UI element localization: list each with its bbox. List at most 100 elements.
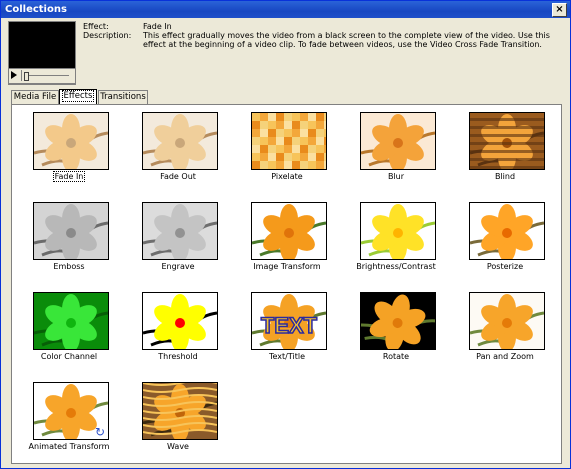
- effect-label-text: Blind: [494, 172, 516, 181]
- tab-label: Transitions: [100, 92, 146, 102]
- title-bar: Collections ×: [1, 1, 570, 18]
- effect-label: Wave: [126, 442, 230, 452]
- effect-thumbnail[interactable]: [33, 202, 109, 260]
- effect-item[interactable]: Brightness/Contrast: [344, 199, 448, 279]
- effect-label: Blind: [453, 172, 557, 182]
- text-overlay: TEXT: [261, 313, 318, 338]
- effect-thumbnail[interactable]: [142, 382, 218, 440]
- effect-label: Posterize: [453, 262, 557, 272]
- effect-thumbnail[interactable]: TEXT: [251, 292, 327, 350]
- effect-value: Fade In: [143, 22, 172, 31]
- effect-label-text: Pan and Zoom: [476, 352, 534, 361]
- tab-label: Media File: [13, 92, 57, 102]
- effect-thumbnail[interactable]: [469, 292, 545, 350]
- thumbnail-image: [143, 113, 217, 169]
- thumbnail-image: ↻: [34, 383, 108, 439]
- effect-item[interactable]: Color Channel: [17, 289, 121, 369]
- effect-label: Pan and Zoom: [453, 352, 557, 362]
- thumbnail-image: [34, 113, 108, 169]
- effect-label-text: Animated Transform: [28, 442, 110, 451]
- thumbnail-image: [470, 293, 544, 349]
- effect-label: Brightness/Contrast: [344, 262, 448, 272]
- effect-label-text: Blur: [387, 172, 405, 181]
- effect-label: Effect:: [83, 22, 109, 31]
- effects-grid: Fade In Fade Out Pixelate Blur Blind Emboss En…: [11, 104, 562, 464]
- effect-item[interactable]: Fade Out: [126, 109, 230, 189]
- effect-label-text: Fade In: [52, 171, 86, 182]
- effect-label-text: Color Channel: [40, 352, 98, 361]
- effect-label: Color Channel: [17, 352, 121, 362]
- tab-label: Effects: [61, 90, 95, 102]
- effect-item[interactable]: TEXT Text/Title: [235, 289, 339, 369]
- effect-thumbnail[interactable]: ↻: [33, 382, 109, 440]
- effect-thumbnail[interactable]: [142, 112, 218, 170]
- effect-item[interactable]: Wave: [126, 379, 230, 459]
- thumbnail-image: [361, 113, 435, 169]
- seek-slider-thumb[interactable]: [24, 72, 29, 81]
- effect-thumbnail[interactable]: [469, 202, 545, 260]
- thumbnail-image: [143, 203, 217, 259]
- thumbnail-image: [34, 203, 108, 259]
- thumbnail-image: [470, 113, 544, 169]
- effect-thumbnail[interactable]: [251, 112, 327, 170]
- effect-thumbnail[interactable]: [33, 292, 109, 350]
- window-title: Collections: [5, 4, 67, 15]
- thumbnail-image: [361, 293, 435, 349]
- tab-media-file[interactable]: Media File: [11, 90, 59, 104]
- effect-label-text: Text/Title: [268, 352, 306, 361]
- close-button[interactable]: ×: [552, 3, 567, 17]
- effect-label: Pixelate: [235, 172, 339, 182]
- description-label: Description:: [83, 31, 132, 40]
- effect-item[interactable]: Rotate: [344, 289, 448, 369]
- effect-label: Rotate: [344, 352, 448, 362]
- divider: [21, 70, 22, 81]
- effect-label: Image Transform: [235, 262, 339, 272]
- effect-item[interactable]: Blind: [453, 109, 557, 189]
- effect-item[interactable]: Blur: [344, 109, 448, 189]
- effect-item[interactable]: Pan and Zoom: [453, 289, 557, 369]
- tab-effects[interactable]: Effects: [59, 89, 97, 105]
- effect-label: Fade Out: [126, 172, 230, 182]
- effect-label-text: Threshold: [158, 352, 198, 361]
- thumbnail-image: [252, 203, 326, 259]
- tab-transitions[interactable]: Transitions: [98, 90, 148, 104]
- effect-thumbnail[interactable]: [360, 202, 436, 260]
- effect-label: Emboss: [17, 262, 121, 272]
- description-value: This effect gradually moves the video fr…: [143, 31, 550, 49]
- effect-label-text: Engrave: [161, 262, 195, 271]
- seek-slider[interactable]: [25, 75, 69, 76]
- effect-label-text: Image Transform: [253, 262, 321, 271]
- effect-label: Threshold: [126, 352, 230, 362]
- thumbnail-image: [470, 203, 544, 259]
- effect-thumbnail[interactable]: [251, 202, 327, 260]
- effect-item[interactable]: ↻ Animated Transform: [17, 379, 121, 459]
- effect-thumbnail[interactable]: [360, 112, 436, 170]
- thumbnail-image: [143, 293, 217, 349]
- effect-label: Engrave: [126, 262, 230, 272]
- effect-item[interactable]: Posterize: [453, 199, 557, 279]
- collections-window: Collections × Effect: Fade In Descriptio…: [0, 0, 571, 469]
- effect-thumbnail[interactable]: [469, 112, 545, 170]
- effect-label-text: Posterize: [486, 262, 524, 271]
- effect-thumbnail[interactable]: [142, 202, 218, 260]
- effect-label-text: Pixelate: [271, 172, 303, 181]
- thumbnail-image: [143, 383, 217, 439]
- thumbnail-image: [34, 293, 108, 349]
- effect-item[interactable]: Engrave: [126, 199, 230, 279]
- effect-label: Text/Title: [235, 352, 339, 362]
- play-icon[interactable]: [11, 71, 17, 79]
- effect-item[interactable]: Fade In: [17, 109, 121, 189]
- thumbnail-image: [361, 203, 435, 259]
- effect-item[interactable]: Threshold: [126, 289, 230, 369]
- effect-label-text: Rotate: [382, 352, 410, 361]
- effect-thumbnail[interactable]: [33, 112, 109, 170]
- effect-item[interactable]: Emboss: [17, 199, 121, 279]
- thumbnail-image: TEXT: [252, 293, 326, 349]
- effect-item[interactable]: Pixelate: [235, 109, 339, 189]
- rotate-arrows-icon: ↻: [95, 425, 105, 439]
- effect-thumbnail[interactable]: [360, 292, 436, 350]
- effect-label: Blur: [344, 172, 448, 182]
- effect-label-text: Fade Out: [160, 172, 196, 181]
- effect-thumbnail[interactable]: [142, 292, 218, 350]
- effect-item[interactable]: Image Transform: [235, 199, 339, 279]
